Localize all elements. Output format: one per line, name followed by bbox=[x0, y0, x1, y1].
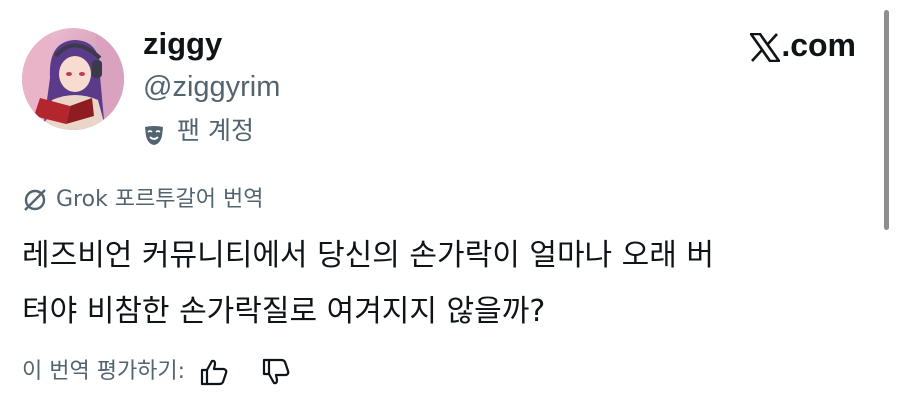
translation-note: Grok 포르투갈어 번역 bbox=[22, 184, 263, 216]
brand-label: .com bbox=[781, 27, 856, 63]
translation-label: Grok 포르투갈어 번역 bbox=[56, 187, 264, 212]
x-brand: .com bbox=[748, 25, 856, 65]
rate-translation: 이 번역 평가하기: bbox=[22, 354, 291, 390]
fan-account-badge: 팬 계정 bbox=[143, 113, 254, 149]
tweet-text: 레즈비언 커뮤니티에서 당신의 손가락이 얼마나 오래 버 텨야 비참한 손가락… bbox=[22, 228, 872, 340]
grok-icon bbox=[22, 187, 48, 213]
theater-mask-icon bbox=[143, 120, 165, 145]
scrollbar[interactable] bbox=[884, 10, 889, 230]
user-handle[interactable]: @ziggyrim bbox=[143, 68, 280, 106]
avatar[interactable] bbox=[22, 28, 124, 130]
thumbs-down-icon[interactable] bbox=[261, 357, 291, 387]
tweet-text-line: 텨야 비참한 손가락질로 여겨지지 않을까? bbox=[22, 294, 546, 329]
x-logo-icon bbox=[748, 31, 782, 62]
display-name[interactable]: ziggy bbox=[143, 24, 222, 64]
thumbs-up-icon[interactable] bbox=[199, 357, 229, 387]
tweet-text-line: 레즈비언 커뮤니티에서 당신의 손가락이 얼마나 오래 버 bbox=[22, 238, 715, 273]
badge-label: 팬 계정 bbox=[177, 116, 254, 145]
rate-label: 이 번역 평가하기: bbox=[22, 359, 186, 384]
